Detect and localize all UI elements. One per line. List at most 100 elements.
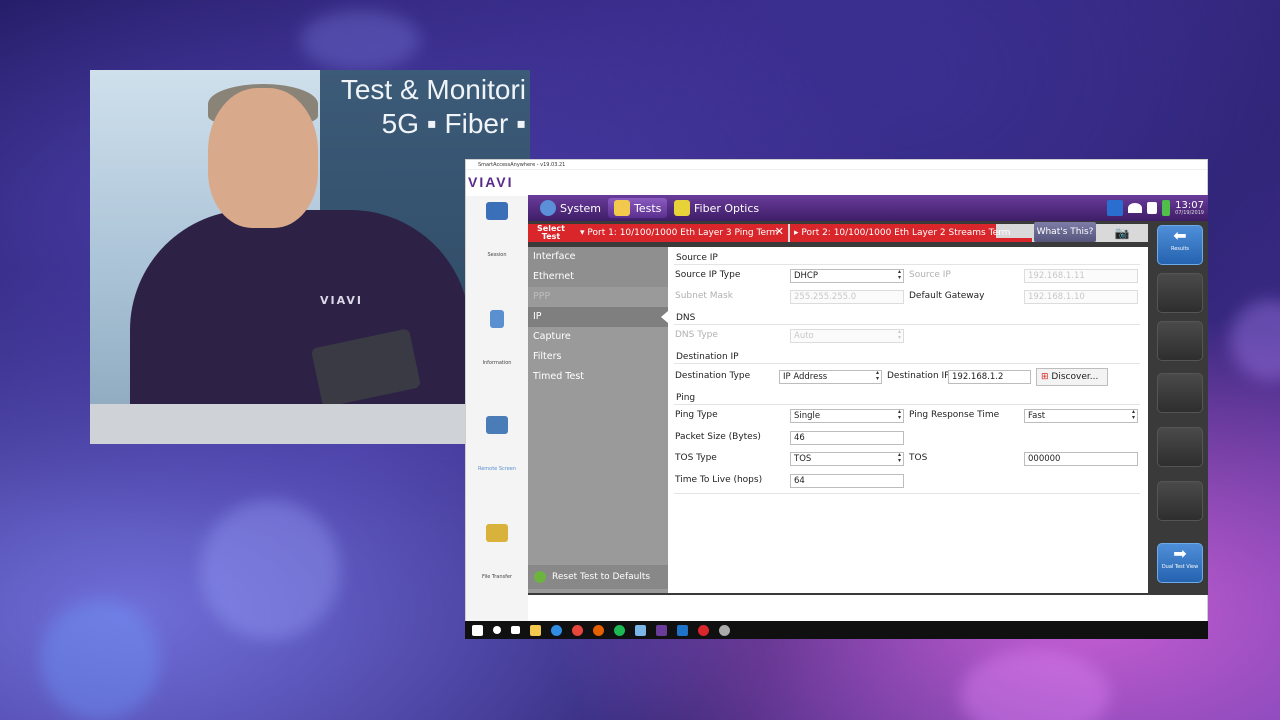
- window-title: SmartAccessAnywhere - v19.03.21: [466, 160, 1207, 170]
- tos-field[interactable]: 000000: [1024, 452, 1138, 466]
- ttl-field[interactable]: 64: [790, 474, 904, 488]
- section-destination-ip: Destination IP: [676, 352, 739, 362]
- packet-size-field[interactable]: 46: [790, 431, 904, 445]
- tab-system[interactable]: System: [534, 198, 607, 218]
- dual-test-view-button[interactable]: ➡ Dual Test View: [1157, 543, 1203, 583]
- tos-label: TOS: [909, 453, 928, 463]
- section-source-ip: Source IP: [676, 253, 718, 263]
- banner-text-line2: 5G ▪ Fiber ▪: [381, 108, 526, 139]
- port-indicator-strip: [996, 238, 1032, 242]
- tab-system-label: System: [560, 201, 602, 215]
- tos-type-select[interactable]: TOS: [790, 452, 904, 466]
- rail-label: Session: [487, 252, 507, 258]
- softkey-blank[interactable]: [1157, 321, 1203, 361]
- results-button[interactable]: ⬅ Results: [1157, 225, 1203, 265]
- destination-type-label: Destination Type: [675, 371, 751, 381]
- ttl-label: Time To Live (hops): [675, 475, 763, 485]
- tab-tests-label: Tests: [634, 201, 662, 215]
- brand-bar: VIAVI: [466, 171, 528, 195]
- rail-label: Information: [482, 360, 512, 366]
- default-gateway-label: Default Gateway: [909, 291, 985, 301]
- softkey-blank[interactable]: [1157, 481, 1203, 521]
- v2-icon: [1107, 200, 1124, 216]
- rail-label: File Transfer: [481, 574, 513, 580]
- table: [90, 404, 530, 444]
- menu-item-interface[interactable]: Interface: [528, 247, 668, 267]
- info-icon: [490, 310, 504, 328]
- divider: [674, 493, 1140, 494]
- bokeh-light: [300, 10, 420, 70]
- setup-menu: Interface Ethernet PPP IP Capture Filter…: [528, 247, 668, 593]
- outlook-icon[interactable]: [677, 624, 688, 636]
- file-explorer-icon[interactable]: [530, 624, 541, 636]
- top-nav: System Tests Fiber Optics 13:07 07/19/20…: [528, 195, 1208, 221]
- ping-response-time-select[interactable]: Fast: [1024, 409, 1138, 423]
- camera-icon[interactable]: 📷: [1102, 223, 1142, 242]
- subnet-mask-label: Subnet Mask: [675, 291, 733, 301]
- rail-item-information[interactable]: Information: [466, 310, 528, 366]
- firefox-icon[interactable]: [593, 624, 604, 636]
- reset-icon: [534, 571, 546, 583]
- destination-type-select[interactable]: IP Address: [779, 370, 882, 384]
- rail-item-remote-screen[interactable]: Remote Screen: [466, 416, 528, 472]
- shirt-logo: VIAVI: [320, 294, 363, 307]
- tab-fiber-optics[interactable]: Fiber Optics: [668, 198, 765, 218]
- softkey-blank[interactable]: [1157, 273, 1203, 313]
- folder-icon: [486, 524, 508, 542]
- remote-screen-icon: [486, 416, 508, 434]
- volume-icon: [1147, 202, 1158, 214]
- rail-item-file-transfer[interactable]: File Transfer: [466, 524, 528, 580]
- discover-button[interactable]: ⊞ Discover...: [1036, 368, 1108, 386]
- source-ip-type-select[interactable]: DHCP: [790, 269, 904, 283]
- app-icon[interactable]: [635, 624, 646, 636]
- spotify-icon[interactable]: [614, 624, 625, 636]
- port-bar: Select Test ▾ Port 1: 10/100/1000 Eth La…: [528, 222, 1148, 242]
- section-dns: DNS: [676, 313, 696, 323]
- edge-icon[interactable]: [551, 624, 562, 636]
- port2-label: ▸ Port 2: 10/100/1000 Eth Layer 2 Stream…: [794, 228, 1011, 238]
- red-app-icon[interactable]: [698, 624, 709, 636]
- bert-icon: [614, 200, 630, 216]
- tab-tests[interactable]: Tests: [608, 198, 668, 218]
- settings-icon[interactable]: [719, 624, 730, 636]
- dns-type-select: Auto: [790, 329, 904, 343]
- rail-item-session[interactable]: Session: [466, 202, 528, 258]
- monitor-icon: [486, 202, 508, 220]
- discover-icon: ⊞: [1041, 372, 1049, 382]
- battery-icon: [1162, 200, 1171, 216]
- port1-tab[interactable]: ▾ Port 1: 10/100/1000 Eth Layer 3 Ping T…: [574, 224, 788, 242]
- status-cluster: 13:07 07/19/2019: [1107, 197, 1204, 219]
- menu-item-ethernet[interactable]: Ethernet: [528, 267, 668, 287]
- menu-item-capture[interactable]: Capture: [528, 327, 668, 347]
- port2-tab[interactable]: ▸ Port 2: 10/100/1000 Eth Layer 2 Stream…: [790, 224, 1010, 242]
- right-softkeys: ⬅ Results ➡ Dual Test View: [1151, 223, 1208, 595]
- gear-icon: [540, 200, 556, 216]
- rail-label: Remote Screen: [477, 466, 517, 472]
- app-window: SmartAccessAnywhere - v19.03.21 VIAVI Se…: [465, 159, 1208, 639]
- windows-start-icon[interactable]: [472, 624, 483, 636]
- menu-item-timed-test[interactable]: Timed Test: [528, 367, 668, 387]
- divider: [674, 404, 1140, 405]
- menu-item-filters[interactable]: Filters: [528, 347, 668, 367]
- divider: [674, 264, 1140, 265]
- whats-this-button[interactable]: What's This?: [1034, 222, 1096, 242]
- ping-type-select[interactable]: Single: [790, 409, 904, 423]
- destination-ip-field[interactable]: 192.168.1.2: [948, 370, 1031, 384]
- search-icon[interactable]: [493, 626, 501, 634]
- select-test-button[interactable]: Select Test: [528, 224, 574, 242]
- chrome-icon[interactable]: [572, 624, 583, 636]
- softkey-blank[interactable]: [1157, 373, 1203, 413]
- task-view-icon[interactable]: [511, 626, 520, 634]
- clock: 13:07 07/19/2019: [1175, 200, 1204, 216]
- close-icon[interactable]: ✕: [775, 225, 784, 238]
- softkey-blank[interactable]: [1157, 427, 1203, 467]
- port1-label: ▾ Port 1: 10/100/1000 Eth Layer 3 Ping T…: [580, 228, 779, 238]
- smartaccess-icon[interactable]: [656, 624, 667, 636]
- left-rail: Session Information Remote Screen File T…: [466, 196, 528, 624]
- tab-fiber-optics-label: Fiber Optics: [694, 201, 760, 215]
- menu-item-ip[interactable]: IP: [528, 307, 668, 327]
- reset-defaults-button[interactable]: Reset Test to Defaults: [528, 565, 668, 589]
- webcam-video: Test & Monitori 5G ▪ Fiber ▪ VIAVI: [90, 70, 530, 444]
- wifi-icon: [1128, 203, 1143, 213]
- subnet-mask-field: 255.255.255.0: [790, 290, 904, 304]
